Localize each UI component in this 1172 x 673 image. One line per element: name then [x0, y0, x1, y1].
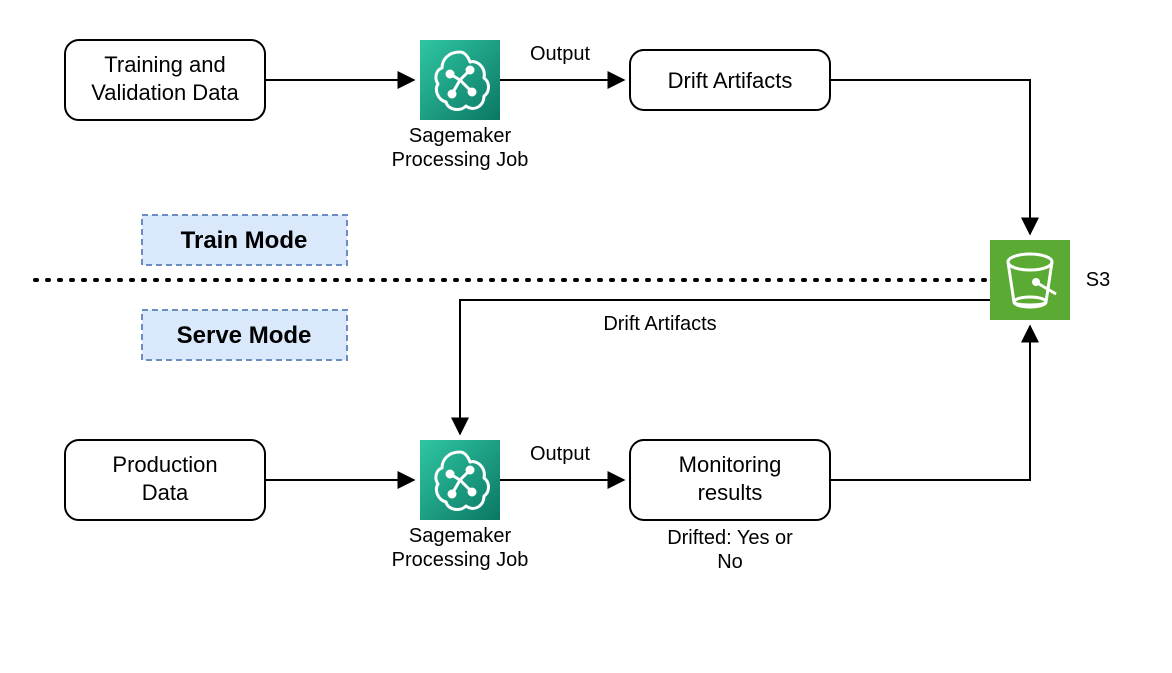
drift-artifacts-edge-label: Drift Artifacts — [603, 313, 716, 335]
drifted-label-1: Drifted: Yes or — [667, 527, 793, 549]
sagemaker2-label-2: Processing Job — [392, 549, 529, 571]
training-data-label-1: Training and — [104, 52, 225, 77]
production-data-label-2: Data — [142, 480, 189, 505]
sagemaker-icon — [420, 440, 500, 520]
drifted-label-2: No — [717, 551, 743, 573]
s3-bucket-icon — [990, 240, 1070, 320]
train-mode-label: Train Mode — [181, 227, 308, 254]
monitoring-results-label-2: results — [698, 480, 763, 505]
output1-label: Output — [530, 43, 590, 65]
edge-drift-to-s3 — [830, 80, 1030, 234]
sagemaker1-label-2: Processing Job — [392, 149, 529, 171]
drift-artifacts-label: Drift Artifacts — [668, 68, 793, 93]
serve-mode-label: Serve Mode — [177, 322, 312, 349]
production-data-label-1: Production — [112, 452, 217, 477]
sagemaker1-label-1: Sagemaker — [409, 125, 512, 147]
output2-label: Output — [530, 443, 590, 465]
s3-label: S3 — [1086, 269, 1110, 291]
training-data-label-2: Validation Data — [91, 80, 239, 105]
edge-monitoring-to-s3 — [830, 326, 1030, 480]
sagemaker-icon — [420, 40, 500, 120]
edge-s3-to-sagemaker2 — [460, 300, 990, 434]
monitoring-results-label-1: Monitoring — [679, 452, 782, 477]
sagemaker2-label-1: Sagemaker — [409, 525, 512, 547]
